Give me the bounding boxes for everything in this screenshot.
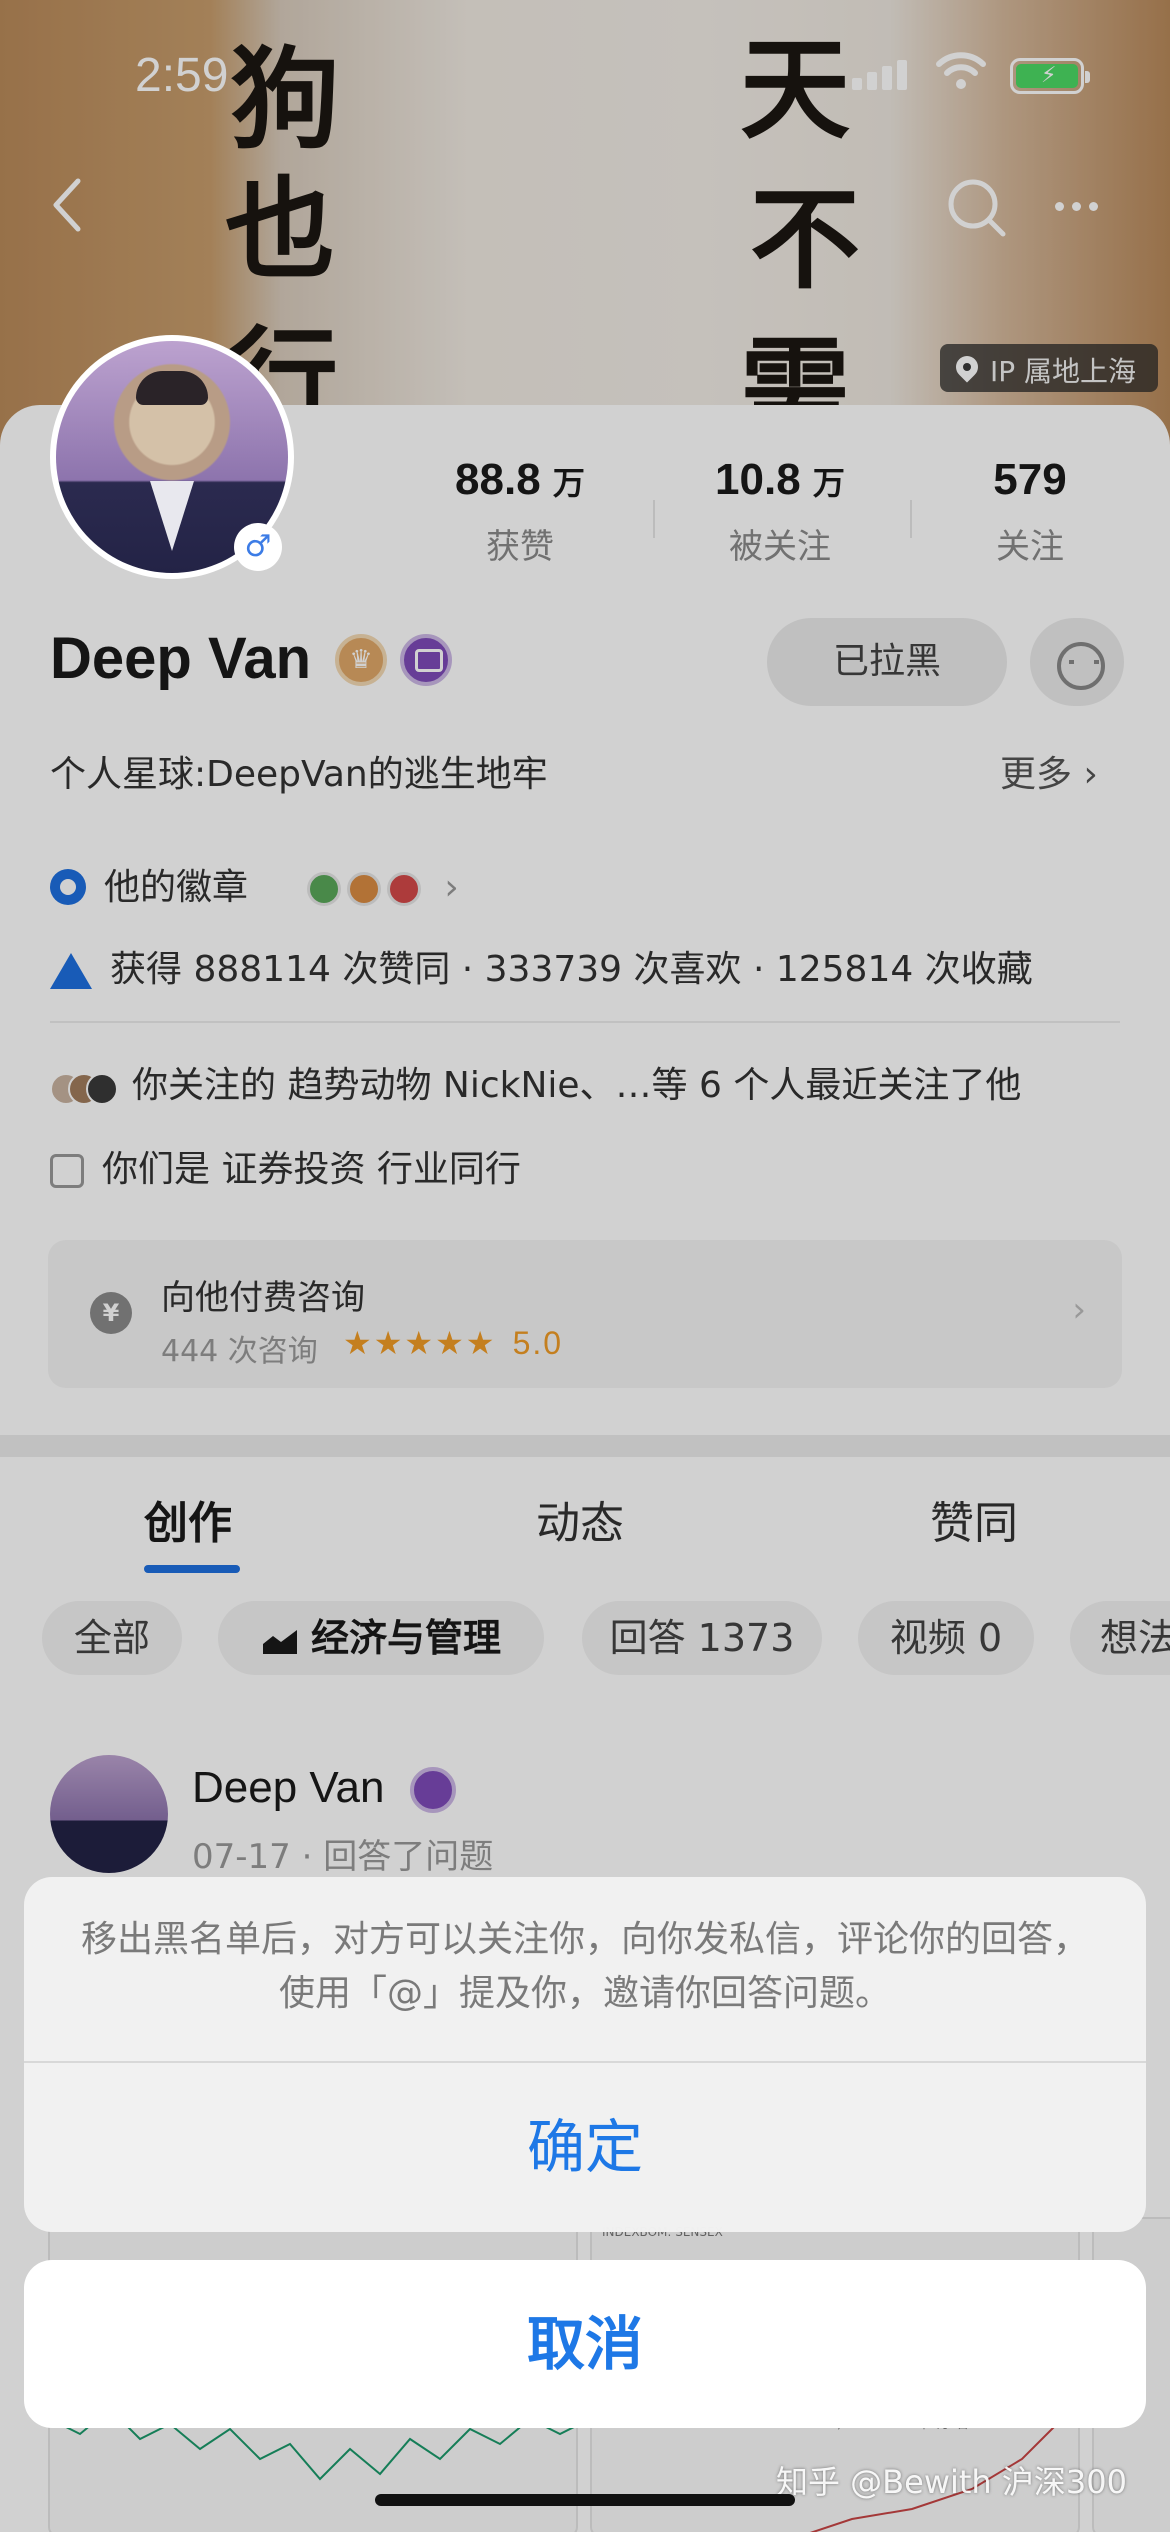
confirm-button[interactable]: 确定 — [24, 2063, 1146, 2232]
watermark-text: 知乎 @Bewith 沪深300 — [776, 2463, 1127, 2501]
cancel-button[interactable]: 取消 — [24, 2260, 1146, 2428]
unblock-action-sheet: 移出黑名单后，对方可以关注你，向你发私信，评论你的回答，使用「@」提及你，邀请你… — [24, 1877, 1146, 2232]
home-indicator[interactable] — [375, 2494, 795, 2506]
gender-male-icon: ♂ — [234, 523, 282, 571]
action-sheet-message: 移出黑名单后，对方可以关注你，向你发私信，评论你的回答，使用「@」提及你，邀请你… — [80, 1919, 1089, 2014]
